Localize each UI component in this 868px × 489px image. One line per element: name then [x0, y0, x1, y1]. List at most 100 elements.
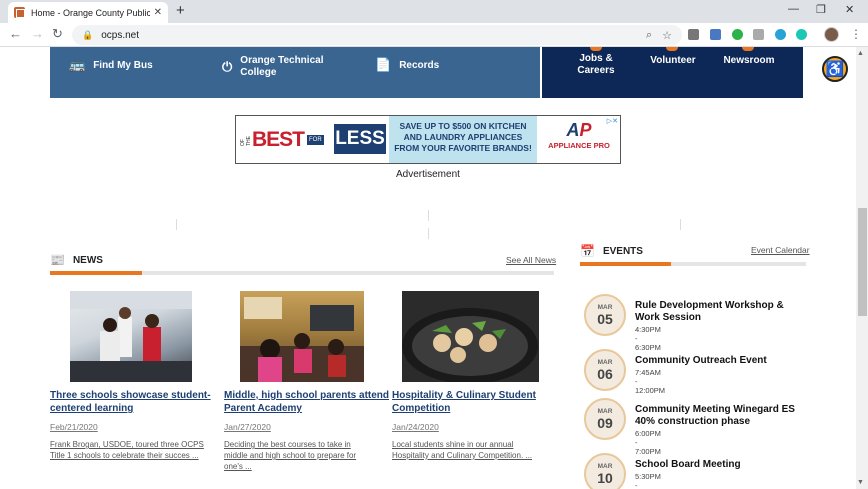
- news-title-link[interactable]: Hospitality & Culinary Student Competiti…: [392, 389, 562, 415]
- news-title-line2: Competition: [392, 403, 451, 414]
- events-heading-text: EVENTS: [602, 245, 643, 257]
- news-title-link[interactable]: Three schools showcase student- centered…: [50, 389, 220, 415]
- power-icon: ⏻: [222, 59, 233, 74]
- news-summary-link[interactable]: Local students shine in our annual Hospi…: [392, 439, 552, 461]
- profile-avatar[interactable]: [824, 27, 839, 42]
- extension-sync-icon[interactable]: [732, 29, 743, 40]
- jobs-label-line2: Careers: [577, 65, 615, 76]
- classroom-photo-icon: [240, 297, 364, 382]
- zoom-icon[interactable]: ⌕: [646, 29, 652, 42]
- browser-window: Home - Orange County Public Sc ✕ + — ❐ ✕…: [0, 0, 868, 489]
- volunteer-link[interactable]: Volunteer: [642, 55, 704, 66]
- forward-arrow-icon[interactable]: →: [31, 26, 44, 41]
- scroll-up-arrow-icon[interactable]: ▲: [857, 50, 864, 57]
- event-date-badge: MAR 05: [584, 294, 626, 336]
- news-date[interactable]: Feb/21/2020: [50, 422, 98, 432]
- accessibility-icon[interactable]: ♿: [822, 56, 848, 82]
- event-title[interactable]: School Board Meeting: [635, 459, 800, 471]
- news-title-line1: Hospitality & Culinary Student: [392, 390, 536, 401]
- see-all-news-link[interactable]: See All News: [506, 255, 556, 265]
- newspaper-icon: 📰: [50, 253, 65, 267]
- ad-of-the-text: OF THE: [240, 135, 252, 146]
- restore-icon[interactable]: ❐: [816, 3, 826, 16]
- scrollbar-thumb[interactable]: [858, 208, 867, 316]
- food-plate-photo-icon: [402, 308, 538, 382]
- divider: [428, 210, 429, 221]
- news-summary-link[interactable]: Deciding the best courses to take in mid…: [224, 439, 384, 472]
- ad-for-text: FOR: [307, 134, 324, 145]
- ad-choices-icon[interactable]: ▷✕: [607, 117, 618, 125]
- extension-pdf-icon[interactable]: [753, 29, 764, 40]
- extension-globe-icon[interactable]: [775, 29, 786, 40]
- back-arrow-icon[interactable]: ←: [9, 26, 22, 41]
- event-date-badge: MAR 09: [584, 398, 626, 440]
- ocps-favicon-icon: [14, 7, 25, 18]
- event-time: 6:00PM - 7:00PM: [635, 429, 661, 456]
- ad-best-text: BEST: [252, 127, 305, 151]
- event-day: 10: [597, 470, 613, 486]
- news-summary-line1: Deciding the best courses to take in: [224, 440, 351, 449]
- events-divider-accent: [580, 262, 671, 266]
- event-month: MAR: [597, 359, 613, 366]
- news-title-line2: Parent Academy: [224, 403, 302, 414]
- news-date[interactable]: Jan/24/2020: [392, 422, 439, 432]
- news-summary-line2: middle and high school to prepare for: [224, 451, 357, 460]
- news-image-parents[interactable]: [240, 291, 364, 382]
- minimize-icon[interactable]: —: [788, 3, 799, 15]
- divider: [680, 219, 681, 230]
- newsroom-label: Newsroom: [723, 55, 775, 66]
- event-date-badge: MAR 06: [584, 349, 626, 391]
- close-window-icon[interactable]: ✕: [845, 3, 854, 16]
- event-time: 5:30PM - 8:30PM: [635, 472, 661, 489]
- event-title[interactable]: Community Outreach Event: [635, 355, 800, 367]
- jobs-careers-link[interactable]: Jobs & Careers: [574, 53, 618, 77]
- event-title[interactable]: Rule Development Workshop & Work Session: [635, 300, 800, 324]
- records-link[interactable]: 📄 Records: [375, 57, 439, 73]
- orange-technical-college-link[interactable]: ⏻ Orange Technical College: [222, 55, 323, 79]
- news-title-line1: Middle, high school parents attend: [224, 390, 390, 401]
- news-date[interactable]: Jan/27/2020: [224, 422, 271, 432]
- find-my-bus-link[interactable]: 🚌 Find My Bus: [69, 57, 153, 73]
- url-text: ocps.net: [101, 29, 140, 41]
- records-label: Records: [399, 59, 440, 71]
- browser-menu-icon[interactable]: ⋮: [850, 27, 862, 41]
- event-title[interactable]: Community Meeting Winegard ES 40% constr…: [635, 404, 800, 428]
- scroll-down-arrow-icon[interactable]: ▼: [857, 479, 864, 486]
- jobs-icon: [590, 47, 602, 51]
- news-summary-link[interactable]: Frank Brogan, USDOE, toured three OCPS T…: [50, 439, 220, 461]
- volunteer-label: Volunteer: [650, 55, 696, 66]
- ad-less-text: LESS: [334, 124, 386, 154]
- advertisement-banner[interactable]: OF THE BEST FOR LESS SAVE UP TO $500 ON …: [235, 115, 621, 164]
- lock-icon: 🔒: [82, 29, 94, 40]
- reload-icon[interactable]: ↻: [52, 26, 63, 42]
- ad-offer-line2: AND LAUNDRY APPLIANCES: [403, 132, 523, 142]
- events-heading: 📅 EVENTS: [580, 244, 643, 258]
- new-tab-icon[interactable]: +: [176, 2, 185, 19]
- quicklinks-bar: 🚌 Find My Bus ⏻ Orange Technical College…: [50, 47, 540, 98]
- ad-offer-line1: SAVE UP TO $500 ON KITCHEN: [399, 121, 527, 131]
- close-tab-icon[interactable]: ✕: [154, 7, 162, 18]
- extension-circle-icon[interactable]: [796, 29, 807, 40]
- find-my-bus-label: Find My Bus: [93, 59, 153, 71]
- news-image-students[interactable]: [70, 291, 192, 382]
- quicklinks-bar-secondary: Jobs & Careers Volunteer Newsroom: [542, 47, 803, 98]
- browser-tab[interactable]: Home - Orange County Public Sc ✕: [8, 2, 168, 23]
- event-month: MAR: [597, 408, 613, 415]
- news-heading: 📰 NEWS: [50, 253, 103, 267]
- news-image-culinary[interactable]: [402, 291, 539, 382]
- extension-g-icon[interactable]: [688, 29, 699, 40]
- event-calendar-link[interactable]: Event Calendar: [751, 245, 810, 255]
- event-month: MAR: [597, 463, 613, 470]
- jobs-label-line1: Jobs &: [579, 53, 613, 64]
- extension-camera-icon[interactable]: [710, 29, 721, 40]
- event-date-badge: MAR 10: [584, 453, 626, 489]
- otc-label-line1: Orange Technical: [240, 55, 324, 66]
- divider: [428, 228, 429, 239]
- newsroom-link[interactable]: Newsroom: [718, 55, 780, 66]
- news-title-link[interactable]: Middle, high school parents attend Paren…: [224, 389, 394, 415]
- address-bar[interactable]: 🔒 ocps.net ⌕ ☆: [72, 25, 682, 45]
- news-summary-line2: Title 1 schools to celebrate their succe…: [50, 451, 199, 460]
- document-icon: 📄: [375, 57, 392, 72]
- bookmark-star-icon[interactable]: ☆: [662, 29, 672, 42]
- news-title-line1: Three schools showcase student-: [50, 390, 211, 401]
